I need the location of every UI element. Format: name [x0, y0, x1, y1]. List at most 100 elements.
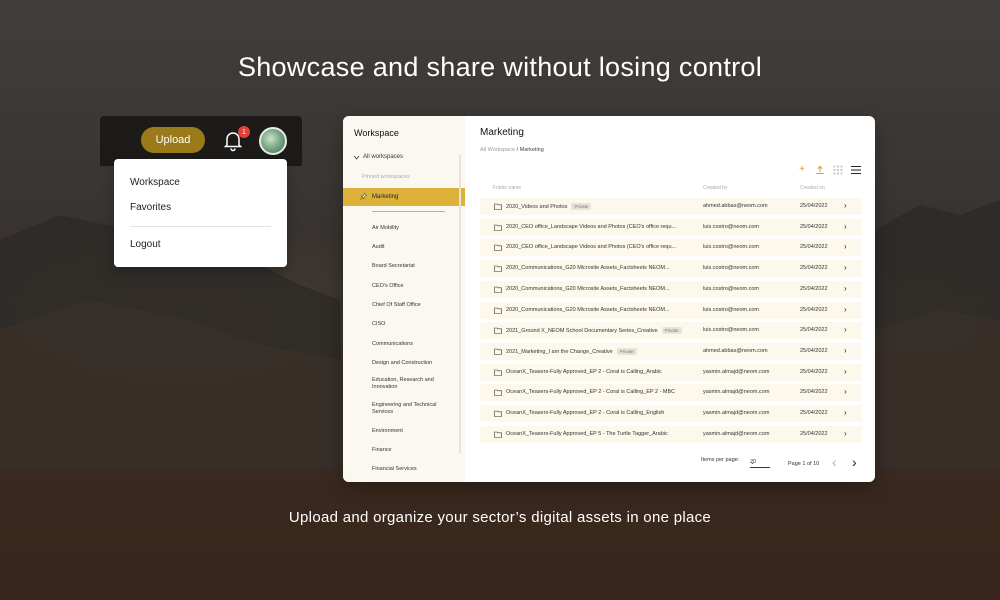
chevron-right-icon[interactable]: › — [844, 408, 847, 417]
sidebar-scrollbar[interactable] — [459, 154, 461, 454]
chevron-right-icon[interactable]: › — [844, 387, 847, 396]
folder-name-text: 2020_Communications_G20 Microsite Assets… — [506, 285, 670, 292]
pin-icon — [360, 193, 367, 200]
table-row[interactable]: 2020_CEO office_Landscape Videos and Pho… — [480, 218, 862, 236]
created-by: luis.costro@neom.com — [703, 265, 760, 272]
page-title: Marketing — [480, 127, 524, 138]
table-row[interactable]: 2020_Communications_G20 Microsite Assets… — [480, 280, 862, 298]
avatar[interactable] — [259, 127, 287, 155]
folder-icon — [494, 348, 502, 355]
folder-name: 2020_Videos and Photos Private — [506, 203, 592, 210]
chevron-down-icon: ⌄ — [750, 460, 756, 466]
upload-button[interactable]: Upload — [141, 127, 205, 153]
folder-name: 2020_Communications_G20 Microsite Assets… — [506, 265, 670, 271]
created-on: 25/04/2022 — [800, 410, 828, 416]
folder-icon — [494, 410, 502, 417]
privacy-badge: Private — [571, 203, 592, 210]
table-row[interactable]: 2020_Videos and Photos Private ahmed.abbas… — [480, 198, 862, 215]
chevron-right-icon[interactable]: › — [844, 242, 847, 251]
created-by: luis.costro@neom.com — [703, 285, 760, 292]
table-row[interactable]: 2020_CEO office_Landscape Videos and Pho… — [480, 239, 862, 257]
column-folder-name[interactable]: Folder name — [493, 185, 521, 191]
folder-name-text: OceanX_Teasers-Fully Approved_EP 2 - Cor… — [506, 368, 662, 375]
folder-icon — [494, 286, 502, 293]
chevron-right-icon[interactable]: › — [844, 201, 847, 210]
sidebar-item-education[interactable]: Education, Research and Innovation — [372, 377, 452, 391]
folder-name: 2020_CEO office_Landscape Videos and Pho… — [506, 244, 676, 250]
sidebar-item-board-secretariat[interactable]: Board Secretariat — [372, 263, 452, 270]
sidebar-title: Workspace — [354, 128, 399, 138]
sidebar-item-air-mobility[interactable]: Air Mobility — [372, 225, 452, 232]
created-on: 25/04/2022 — [800, 244, 828, 251]
created-on: 25/04/2022 — [800, 389, 828, 396]
app-window: Workspace All workspaces Pinned workspac… — [343, 116, 875, 482]
sidebar-item-communications[interactable]: Communications — [372, 341, 452, 348]
main-panel: Marketing All Workspace / Marketing + Fo… — [465, 116, 875, 482]
sidebar-item-design-construction[interactable]: Design and Construction — [372, 360, 452, 367]
folder-name-text: 2020_CEO office_Landscape Videos and Pho… — [506, 223, 677, 230]
menu-item-favorites[interactable]: Favorites — [130, 202, 171, 213]
chevron-right-icon[interactable]: › — [844, 346, 847, 355]
sidebar-item-chief-of-staff[interactable]: Chief Of Staff Office — [372, 302, 452, 309]
chevron-right-icon[interactable]: › — [844, 305, 847, 314]
created-on: 25/04/2022 — [800, 203, 828, 209]
sidebar-item-ciso[interactable]: CISO — [372, 321, 452, 328]
chevron-right-icon[interactable]: › — [844, 222, 847, 231]
created-by: luis.costro@neom.com — [703, 244, 760, 251]
created-on: 25/04/2022 — [800, 430, 828, 437]
created-on: 25/04/2022 — [800, 285, 828, 292]
table-row[interactable]: OceanX_Teasers-Fully Approved_EP 2 - Cor… — [480, 384, 862, 402]
table-row[interactable]: 2021_Marketing_I am the Change_Creative P… — [480, 342, 862, 360]
created-by: yasmin.almajd@neom.com — [703, 430, 770, 437]
chevron-right-icon[interactable]: › — [844, 284, 847, 293]
table-row[interactable]: 2020_Communications_G20 Microsite Assets… — [480, 301, 862, 319]
chevron-right-icon[interactable]: › — [844, 263, 847, 272]
created-on: 25/04/2022 — [800, 347, 828, 354]
breadcrumb: All Workspace / Marketing — [480, 147, 544, 153]
menu-item-logout[interactable]: Logout — [130, 239, 161, 250]
headline: Showcase and share without losing contro… — [237, 52, 763, 82]
sidebar-item-marketing[interactable]: Marketing — [343, 188, 465, 206]
user-menu-dropdown: Workspace Favorites Logout — [114, 159, 287, 267]
chevron-right-icon[interactable]: › — [844, 367, 847, 376]
folder-icon — [494, 327, 502, 334]
menu-item-workspace[interactable]: Workspace — [130, 177, 180, 188]
table-row[interactable]: 2020_Communications_G20 Microsite Assets… — [480, 260, 862, 278]
sidebar-item-environment[interactable]: Environment — [372, 428, 452, 435]
column-created-on[interactable]: Created on — [800, 185, 825, 191]
created-by: luis.costro@neom.com — [703, 306, 760, 313]
folder-name: OceanX_Teasers-Fully Approved_EP 2 - Cor… — [506, 369, 662, 375]
sidebar-item-label: Marketing — [372, 194, 399, 200]
table-row[interactable]: OceanX_Teasers-Fully Approved_EP 5 - The… — [480, 425, 862, 443]
upload-icon[interactable] — [815, 165, 825, 175]
folder-name: 2020_CEO office_Landscape Videos and Pho… — [506, 224, 676, 230]
list-view-icon[interactable] — [851, 165, 861, 175]
sidebar-item-financial-services[interactable]: Financial Services — [372, 466, 452, 473]
column-created-by[interactable]: Created by — [703, 185, 727, 191]
chevron-right-icon[interactable]: › — [844, 429, 847, 438]
breadcrumb-current: / Marketing — [516, 147, 544, 153]
folder-name-text: OceanX_Teasers-Fully Approved_EP 5 - The… — [506, 430, 668, 437]
all-workspaces-toggle[interactable]: All workspaces — [353, 154, 403, 160]
table-row[interactable]: OceanX_Teasers-Fully Approved_EP 2 - Cor… — [480, 405, 862, 422]
toolbar: + — [797, 164, 861, 176]
folder-name: OceanX_Teasers-Fully Approved_EP 2 - Cor… — [506, 389, 675, 395]
sidebar-item-engineering[interactable]: Engineering and Technical Services — [372, 402, 452, 416]
sidebar-item-audit[interactable]: Audit — [372, 244, 452, 251]
next-page-button[interactable]: › — [852, 454, 857, 470]
sidebar-item-finance[interactable]: Finance — [372, 447, 452, 454]
items-per-page-select[interactable]: 20 ⌄ — [750, 458, 770, 468]
folder-icon — [494, 245, 502, 252]
privacy-badge: Private — [616, 347, 637, 355]
prev-page-button[interactable]: ‹ — [832, 454, 837, 470]
table-row[interactable]: OceanX_Teasers-Fully Approved_EP 2 - Cor… — [480, 363, 862, 381]
sidebar-item-ceo-office[interactable]: CEO's Office — [372, 283, 452, 290]
breadcrumb-root[interactable]: All Workspace — [480, 147, 515, 153]
folder-icon — [494, 369, 502, 376]
folder-icon — [494, 224, 502, 231]
add-icon[interactable]: + — [797, 165, 807, 175]
grid-view-icon[interactable] — [833, 165, 843, 175]
chevron-right-icon[interactable]: › — [844, 325, 847, 334]
items-per-page-label: Items per page: — [701, 457, 740, 463]
table-row[interactable]: 2021_Ground X_NEOM School Documentary Se… — [480, 322, 862, 340]
